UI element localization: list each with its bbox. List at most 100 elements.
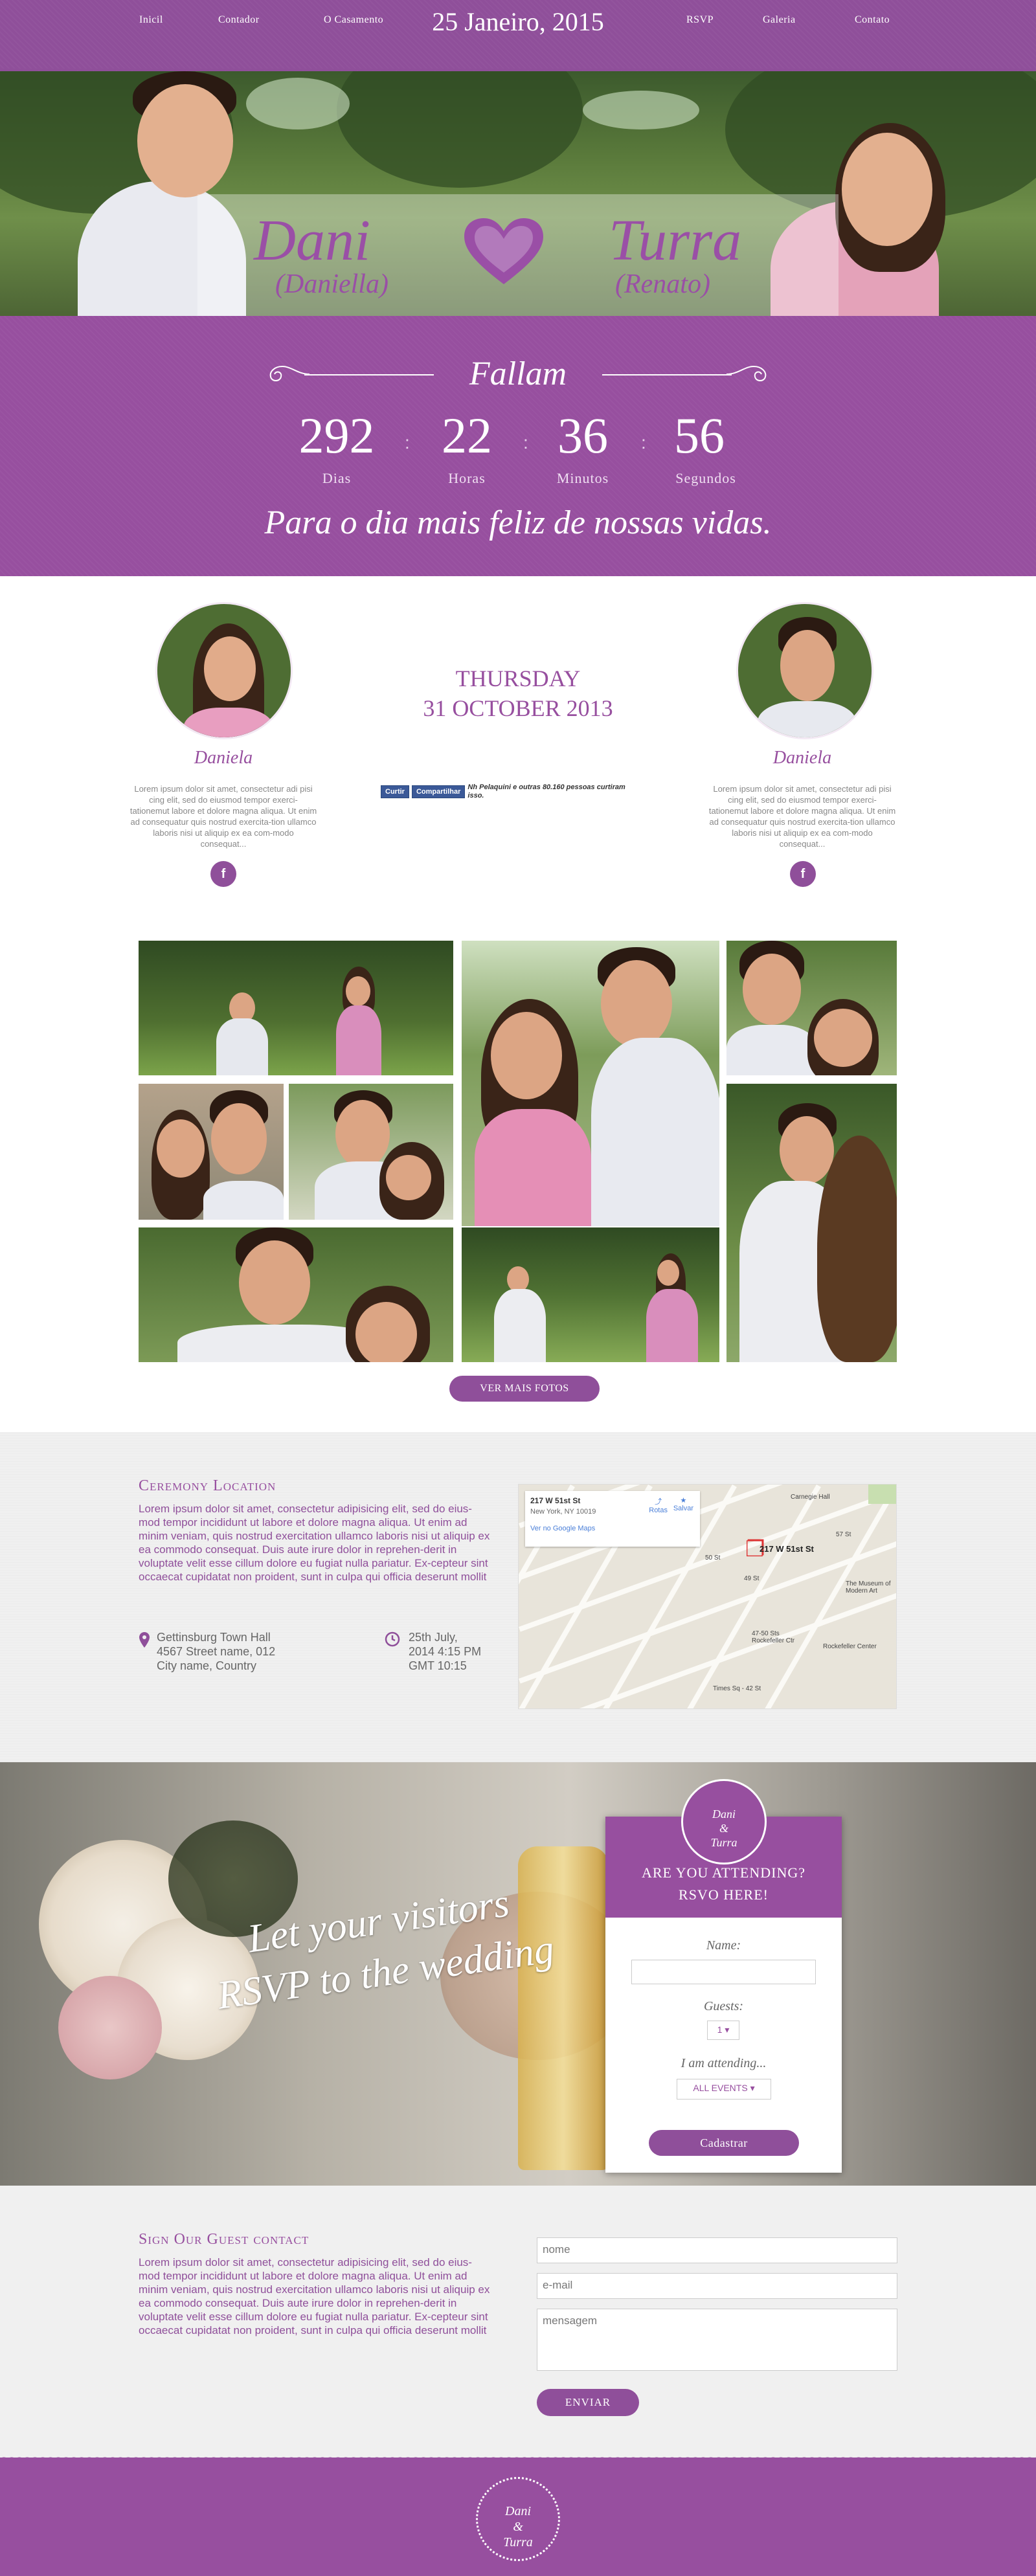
countdown-heading: Fallam: [469, 355, 567, 392]
gallery-photo[interactable]: [139, 1084, 284, 1220]
ceremony-address: Gettinsburg Town Hall 4567 Street name, …: [157, 1630, 275, 1673]
monogram-line: Dani: [712, 1808, 736, 1820]
nav-link-inicio[interactable]: Inicil: [139, 14, 163, 26]
countdown-seconds-label: Segundos: [675, 470, 736, 486]
gallery-photo[interactable]: [462, 1227, 719, 1362]
guest-contact-section: Sign Our Guest contact Lorem ipsum dolor…: [0, 2186, 1036, 2458]
ceremony-section: Ceremony Location Lorem ipsum dolor sit …: [0, 1432, 1036, 1762]
footer-monogram-badge: Dani & Turra: [476, 2477, 560, 2561]
map-label: Times Sq - 42 St: [713, 1685, 761, 1692]
nav-link-casamento[interactable]: O Casamento: [324, 14, 383, 26]
gallery-photo[interactable]: [139, 1227, 453, 1362]
nav-link-contato[interactable]: Contato: [855, 14, 890, 26]
gallery-photo[interactable]: [726, 941, 897, 1075]
map-pin-icon: [139, 1632, 150, 1648]
heart-icon: [464, 218, 543, 284]
rsvp-title: ARE YOU ATTENDING? RSVO HERE!: [605, 1862, 842, 1906]
map-label: 49 St: [744, 1575, 760, 1582]
groom-bio: Lorem ipsum dolor sit amet, consectetur …: [708, 784, 896, 849]
countdown-minutes-label: Minutos: [556, 470, 609, 486]
facebook-share-button[interactable]: Compartilhar: [411, 785, 466, 798]
wedding-date[interactable]: 25 Janeiro, 2015: [421, 6, 615, 37]
guest-email-input[interactable]: e-mail: [537, 2273, 897, 2299]
bride-avatar: [155, 602, 293, 739]
countdown-hours: 22: [442, 407, 492, 464]
map-label: Rockefeller Center: [823, 1643, 877, 1650]
countdown-tagline: Para o dia mais feliz de nossas vidas.: [264, 504, 772, 541]
map-place-title: 217 W 51st St: [530, 1496, 581, 1505]
monogram-line: Turra: [710, 1836, 738, 1849]
map-directions-button[interactable]: ⤴ Rotas: [649, 1496, 668, 1514]
map-save-button[interactable]: ★ Salvar: [673, 1496, 693, 1512]
countdown-section: Fallam 292 Dias : 22 Horas : 36 Minutos …: [0, 316, 1036, 576]
ceremony-time: 25th July, 2014 4:15 PM GMT 10:15: [409, 1630, 481, 1673]
guests-value: 1: [717, 2024, 723, 2035]
facebook-like-button[interactable]: Curtir: [381, 785, 409, 798]
gallery-photo[interactable]: [726, 1084, 897, 1362]
hero-name-left: Dani: [254, 208, 370, 273]
top-navigation: Inicil Contador O Casamento 25 Janeiro, …: [0, 0, 1036, 76]
rsvp-guests-label: Guests:: [703, 1999, 744, 2013]
time-line: GMT 10:15: [409, 1659, 467, 1672]
attending-value: ALL EVENTS: [693, 2083, 748, 2093]
map-view-link[interactable]: Ver no Google Maps: [530, 1525, 695, 1532]
chevron-down-icon: ▾: [750, 2083, 755, 2093]
nav-link-galeria[interactable]: Galeria: [763, 14, 796, 26]
facebook-icon[interactable]: f: [790, 861, 816, 887]
bride-bio: Lorem ipsum dolor sit amet, consectetur …: [130, 784, 317, 849]
rsvp-name-label: Name:: [706, 1938, 741, 1953]
monogram-line: &: [719, 1822, 728, 1835]
monogram-line: Turra: [503, 2535, 533, 2549]
monogram-line: Dani: [505, 2504, 531, 2518]
guest-name-input[interactable]: nome: [537, 2237, 897, 2263]
rsvp-guests-select[interactable]: 1 ▾: [707, 2021, 739, 2040]
gallery-photo[interactable]: [139, 941, 453, 1075]
map-label: Carnegie Hall: [791, 1494, 830, 1501]
guest-contact-title: Sign Our Guest contact: [139, 2231, 310, 2248]
wedding-day-heading: THURSDAY 31 OCTOBER 2013: [363, 664, 673, 723]
countdown-minutes: 36: [557, 407, 608, 464]
location-map[interactable]: 217 W 51st St New York, NY 10019 Ver no …: [518, 1484, 897, 1709]
gallery-photo[interactable]: [289, 1084, 453, 1220]
hero-name-right: Turra: [609, 208, 742, 273]
directions-label: Rotas: [649, 1506, 668, 1514]
guest-message-input[interactable]: mensagem: [537, 2309, 897, 2371]
countdown-hours-label: Horas: [448, 470, 486, 486]
chevron-down-icon: ▾: [725, 2024, 730, 2035]
address-line: 4567 Street name, 012: [157, 1645, 276, 1658]
rsvp-submit-button[interactable]: Cadastrar: [649, 2130, 799, 2156]
more-photos-button[interactable]: VER MAIS FOTOS: [449, 1376, 600, 1402]
ceremony-description: Lorem ipsum dolor sit amet, consectetur …: [139, 1503, 490, 1583]
nav-link-contador[interactable]: Contador: [218, 14, 260, 26]
rsvp-section: Let your visitors RSVP to the wedding Da…: [0, 1762, 1036, 2186]
wedding-weekday: THURSDAY: [455, 666, 581, 691]
star-icon: ★: [680, 1497, 687, 1505]
clock-icon: [385, 1631, 400, 1647]
wedding-full-date: 31 OCTOBER 2013: [423, 695, 613, 721]
rsvp-name-input[interactable]: [631, 1960, 816, 1984]
gallery-photo[interactable]: [462, 941, 719, 1226]
hero-banner: Dani (Daniella) Turra (Renato): [0, 71, 1036, 316]
countdown-separator: :: [641, 432, 646, 453]
flourish-right-ornament: [726, 365, 767, 381]
rsvp-attending-label: I am attending...: [681, 2056, 767, 2070]
facebook-icon[interactable]: f: [210, 861, 236, 887]
map-label: 50 St: [705, 1554, 721, 1562]
time-line: 25th July,: [409, 1631, 458, 1644]
guest-send-button[interactable]: ENVIAR: [537, 2389, 639, 2416]
countdown-separator: :: [523, 432, 528, 453]
map-info-card: 217 W 51st St New York, NY 10019 Ver no …: [525, 1491, 700, 1547]
countdown-separator: :: [405, 432, 410, 453]
address-line: City name, Country: [157, 1659, 257, 1672]
facebook-share-widget: Curtir CompartilharNh Pelaquini e outras …: [381, 783, 653, 800]
directions-icon: ⤴: [655, 1498, 662, 1506]
map-marker-label: 217 W 51st St: [760, 1544, 814, 1554]
rsvp-form-card: Dani & Turra ARE YOU ATTENDING? RSVO HER…: [605, 1779, 842, 2173]
rsvp-attending-select[interactable]: ALL EVENTS ▾: [677, 2079, 771, 2100]
time-line: 2014 4:15 PM: [409, 1645, 482, 1658]
ceremony-title: Ceremony Location: [139, 1477, 276, 1494]
hero-sub-right: (Renato): [615, 269, 710, 299]
groom-name: Daniela: [772, 748, 832, 768]
map-place-address: New York, NY 10019: [530, 1508, 596, 1516]
nav-link-rsvp[interactable]: RSVP: [686, 14, 714, 26]
